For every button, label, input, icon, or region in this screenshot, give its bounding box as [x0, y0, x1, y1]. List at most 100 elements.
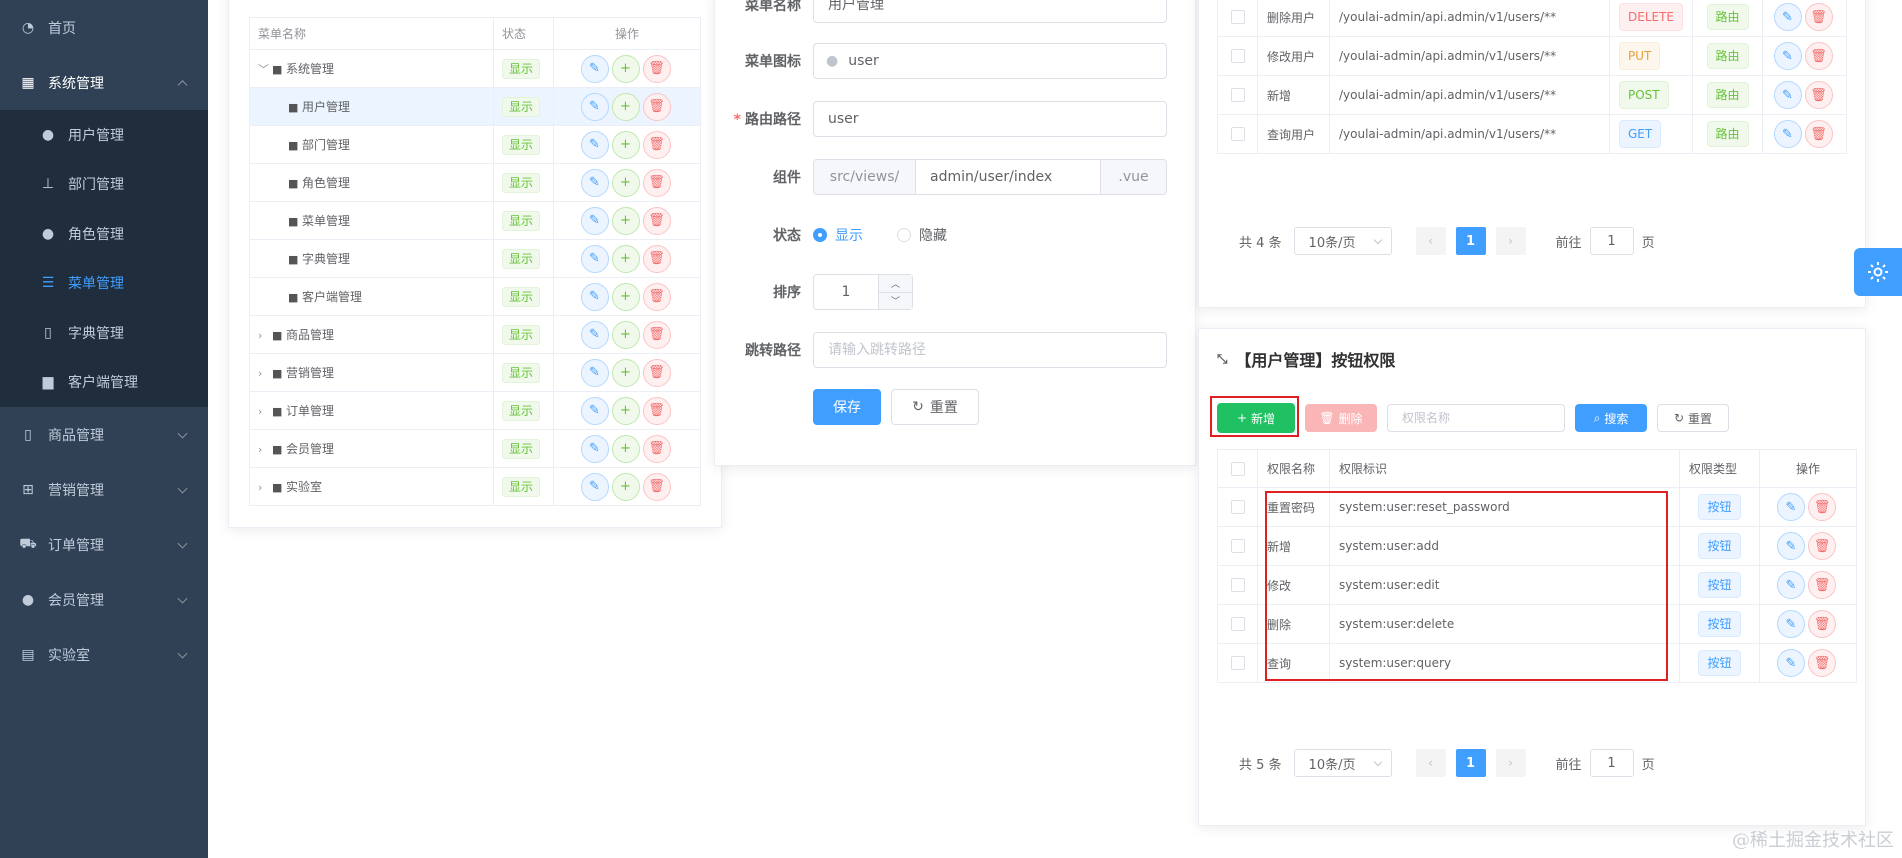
- permission-name-search-input[interactable]: 权限名称: [1387, 404, 1565, 432]
- delete-button[interactable]: 🗑: [1808, 493, 1836, 521]
- search-button[interactable]: ⌕ 搜索: [1575, 404, 1647, 432]
- edit-button[interactable]: ✎: [1773, 3, 1802, 31]
- edit-button[interactable]: ✎: [580, 54, 609, 83]
- delete-button[interactable]: 🗑: [642, 320, 671, 349]
- table-row[interactable]: 修改 system:user:edit 按钮 ✎ 🗑: [1217, 565, 1857, 605]
- add-child-button[interactable]: +: [611, 434, 640, 463]
- component-input[interactable]: admin/user/index: [916, 160, 1100, 194]
- sidebar-item-members[interactable]: ● 会员管理: [0, 572, 208, 627]
- delete-button[interactable]: 🗑: [642, 54, 671, 83]
- delete-button[interactable]: 🗑: [642, 244, 671, 273]
- add-child-button[interactable]: +: [611, 472, 640, 501]
- edit-button[interactable]: ✎: [1777, 532, 1805, 560]
- delete-button[interactable]: 🗑: [642, 130, 671, 159]
- table-row[interactable]: › ■ 实验室 显示 ✎ + 🗑: [249, 467, 701, 506]
- row-checkbox[interactable]: [1230, 49, 1245, 64]
- edit-button[interactable]: ✎: [580, 244, 609, 273]
- sidebar-item-system[interactable]: ▦ 系统管理: [0, 55, 208, 110]
- table-row[interactable]: › ■ 商品管理 显示 ✎ + 🗑: [249, 315, 701, 354]
- goto-page-input[interactable]: 1: [1589, 227, 1634, 255]
- add-child-button[interactable]: +: [611, 396, 640, 425]
- perm-reset-button[interactable]: ↻ 重置: [1657, 404, 1729, 432]
- sort-stepper[interactable]: 1 ︿ ﹀: [813, 274, 913, 310]
- table-row[interactable]: ■ 客户端管理 显示 ✎ + 🗑: [249, 277, 701, 316]
- chevron-down-icon[interactable]: ﹀: [258, 61, 272, 77]
- fullscreen-icon[interactable]: ⤡: [1217, 352, 1227, 367]
- delete-button[interactable]: 🗑: [642, 92, 671, 121]
- table-row[interactable]: 删除用户/youlai-admin/api.admin/v1/users/** D…: [1217, 0, 1847, 37]
- redirect-input[interactable]: 请输入跳转路径: [813, 332, 1167, 368]
- add-child-button[interactable]: +: [611, 92, 640, 121]
- edit-button[interactable]: ✎: [1777, 649, 1805, 677]
- row-checkbox[interactable]: [1230, 10, 1245, 25]
- table-row[interactable]: ■ 用户管理 显示 ✎ + 🗑: [249, 87, 701, 126]
- page-size-select[interactable]: 10条/页: [1293, 749, 1392, 777]
- delete-button[interactable]: 🗑: [1808, 610, 1836, 638]
- page-number-button[interactable]: 1: [1455, 227, 1486, 255]
- edit-button[interactable]: ✎: [580, 396, 609, 425]
- add-child-button[interactable]: +: [611, 282, 640, 311]
- reset-button[interactable]: ↻ 重置: [891, 389, 979, 425]
- edit-button[interactable]: ✎: [580, 282, 609, 311]
- edit-button[interactable]: ✎: [580, 434, 609, 463]
- icon-select[interactable]: ● user: [813, 43, 1167, 79]
- edit-button[interactable]: ✎: [580, 168, 609, 197]
- row-checkbox[interactable]: [1230, 500, 1245, 515]
- table-row[interactable]: 删除 system:user:delete 按钮 ✎ 🗑: [1217, 604, 1857, 644]
- chevron-right-icon[interactable]: ›: [258, 367, 272, 380]
- table-row[interactable]: ﹀ ■ 系统管理 显示 ✎ + 🗑: [249, 49, 701, 88]
- sidebar-item-home[interactable]: ◔ 首页: [0, 0, 208, 55]
- edit-button[interactable]: ✎: [1773, 81, 1802, 109]
- delete-button[interactable]: 🗑: [1804, 120, 1833, 148]
- add-child-button[interactable]: +: [611, 168, 640, 197]
- table-row[interactable]: ■ 菜单管理 显示 ✎ + 🗑: [249, 201, 701, 240]
- add-child-button[interactable]: +: [611, 358, 640, 387]
- edit-button[interactable]: ✎: [580, 130, 609, 159]
- table-row[interactable]: ■ 部门管理 显示 ✎ + 🗑: [249, 125, 701, 164]
- add-child-button[interactable]: +: [611, 54, 640, 83]
- sidebar-item-products[interactable]: ▯ 商品管理: [0, 407, 208, 462]
- sidebar-item-lab[interactable]: ▤ 实验室: [0, 627, 208, 682]
- row-checkbox[interactable]: [1230, 578, 1245, 593]
- table-row[interactable]: 新增 system:user:add 按钮 ✎ 🗑: [1217, 526, 1857, 566]
- row-checkbox[interactable]: [1230, 127, 1245, 142]
- delete-button[interactable]: 🗑: [1808, 571, 1836, 599]
- sidebar-item-clients[interactable]: ▆ 客户端管理: [0, 358, 208, 408]
- path-input[interactable]: user: [813, 101, 1167, 137]
- delete-button[interactable]: 🗑: [1804, 81, 1833, 109]
- table-row[interactable]: › ■ 订单管理 显示 ✎ + 🗑: [249, 391, 701, 430]
- delete-button[interactable]: 🗑: [642, 396, 671, 425]
- chevron-right-icon[interactable]: ›: [258, 443, 272, 456]
- edit-button[interactable]: ✎: [1773, 120, 1802, 148]
- chevron-down-icon[interactable]: ﹀: [879, 293, 912, 310]
- radio-show[interactable]: 显示: [813, 225, 863, 245]
- edit-button[interactable]: ✎: [1777, 571, 1805, 599]
- goto-page-input[interactable]: 1: [1589, 749, 1634, 777]
- delete-button[interactable]: 🗑: [642, 434, 671, 463]
- sidebar-item-roles[interactable]: ● 角色管理: [0, 209, 208, 259]
- add-permission-button[interactable]: + 新增: [1217, 403, 1295, 433]
- chevron-right-icon[interactable]: ›: [258, 329, 272, 342]
- edit-button[interactable]: ✎: [580, 92, 609, 121]
- delete-button[interactable]: 🗑: [1808, 532, 1836, 560]
- sidebar-item-dictionary[interactable]: ▯ 字典管理: [0, 308, 208, 358]
- radio-hide[interactable]: 隐藏: [897, 225, 947, 245]
- prev-page-button[interactable]: ‹: [1415, 227, 1446, 255]
- delete-button[interactable]: 🗑: [1804, 3, 1833, 31]
- table-row[interactable]: 查询 system:user:query 按钮 ✎ 🗑: [1217, 643, 1857, 683]
- table-row[interactable]: 重置密码 system:user:reset_password 按钮 ✎ 🗑: [1217, 487, 1857, 527]
- add-child-button[interactable]: +: [611, 244, 640, 273]
- delete-button[interactable]: 🗑: [1804, 42, 1833, 70]
- sidebar-item-menus[interactable]: ☰ 菜单管理: [0, 259, 208, 309]
- add-child-button[interactable]: +: [611, 320, 640, 349]
- delete-button[interactable]: 🗑: [642, 282, 671, 311]
- settings-button[interactable]: [1854, 248, 1902, 296]
- table-row[interactable]: ■ 字典管理 显示 ✎ + 🗑: [249, 239, 701, 278]
- table-row[interactable]: 修改用户/youlai-admin/api.admin/v1/users/** P…: [1217, 36, 1847, 76]
- table-row[interactable]: ■ 角色管理 显示 ✎ + 🗑: [249, 163, 701, 202]
- save-button[interactable]: 保存: [813, 389, 881, 425]
- sidebar-item-departments[interactable]: ⊥ 部门管理: [0, 160, 208, 210]
- chevron-right-icon[interactable]: ›: [258, 481, 272, 494]
- add-child-button[interactable]: +: [611, 130, 640, 159]
- table-row[interactable]: › ■ 会员管理 显示 ✎ + 🗑: [249, 429, 701, 468]
